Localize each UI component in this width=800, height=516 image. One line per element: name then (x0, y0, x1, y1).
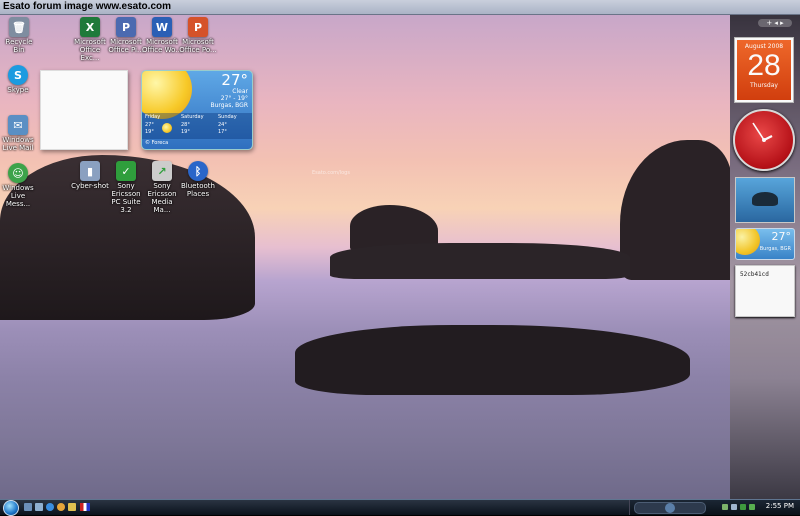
powerpoint-shortcut-icon[interactable]: P Microsoft Office Po... (178, 17, 218, 54)
forecast-lo-2: 19° (181, 129, 190, 135)
bluetooth-glyph: ᛒ (188, 161, 208, 181)
note-text[interactable]: 52cb41cd (740, 271, 769, 278)
mini-sun-icon (736, 229, 760, 255)
folder-icon[interactable] (68, 503, 76, 511)
recycle-bin-label: Recycle Bin (5, 38, 33, 54)
forecast-lo-3: 17° (218, 129, 227, 135)
scenery-rock-right (620, 140, 730, 280)
forecast-hi-1: 27° (145, 122, 154, 128)
pc-suite-glyph: ✓ (116, 161, 136, 181)
windows-live-mail-icon[interactable]: ✉ Windows Live Mail (0, 115, 38, 152)
weather-hilo: 27° - 19° (220, 95, 248, 102)
calendar-gadget[interactable]: August 2008 28 Thursday (734, 37, 794, 103)
media-controls[interactable] (634, 502, 706, 514)
play-button-icon[interactable] (665, 503, 675, 513)
skype-glyph: S (8, 65, 28, 85)
office-picture-shortcut-icon[interactable]: P Microsoft Office Pi... (106, 17, 146, 54)
notes-gadget[interactable] (40, 70, 128, 150)
scenery-rock-foreground (295, 325, 690, 395)
clock-minute-hand (752, 122, 765, 141)
word-glyph: W (152, 17, 172, 37)
show-desktop-icon[interactable] (24, 503, 32, 511)
media-manager-glyph: ↗ (152, 161, 172, 181)
pc-suite-icon[interactable]: ✓ Sony Ericsson PC Suite 3.2 (106, 161, 146, 214)
watermark: Esato.com/logs (312, 170, 350, 176)
forecast-day-3: Sunday (218, 114, 237, 120)
banner-title: Esato forum image www.esato.com (3, 1, 172, 12)
clock-center (762, 138, 766, 142)
weather-gadget[interactable]: 27° Clear 27° - 19° Burgas, BGR Friday 2… (141, 70, 253, 150)
office-picture-label: Microsoft Office Pi... (108, 38, 144, 54)
cyber-shot-label: Cyber-shot (71, 182, 109, 190)
pc-suite-label: Sony Ericsson PC Suite 3.2 (111, 182, 141, 214)
mail-glyph: ✉ (8, 115, 28, 135)
cyber-shot-icon[interactable]: ▮ Cyber-shot (70, 161, 110, 190)
whale-icon (752, 192, 778, 206)
powerpoint-glyph: P (188, 17, 208, 37)
mail-label: Windows Live Mail (2, 136, 34, 152)
calendar-inner: August 2008 28 Thursday (737, 40, 791, 100)
mini-weather-gadget[interactable]: 27° Burgas, BGR (735, 228, 795, 260)
clock-face-icon (752, 122, 773, 142)
skype-icon[interactable]: S Skype (0, 65, 38, 94)
word-shortcut-icon[interactable]: W Microsoft Office Wo... (142, 17, 182, 54)
switch-windows-icon[interactable] (35, 503, 43, 511)
mini-weather-location: Burgas, BGR (759, 246, 791, 252)
media-player-icon[interactable] (57, 503, 65, 511)
slideshow-gadget[interactable] (735, 177, 795, 223)
forecast-day-2: Saturday (181, 114, 204, 120)
skype-label: Skype (7, 86, 29, 94)
add-gadget-icon[interactable]: + ◂ ▸ (766, 19, 783, 27)
security-icon[interactable] (740, 504, 746, 510)
sun-icon (142, 71, 192, 119)
forecast-day-1: Friday (145, 114, 161, 120)
word-label: Microsoft Office Wo... (142, 38, 183, 54)
forecast-hi-3: 24° (218, 122, 227, 128)
messenger-glyph: ☺ (8, 163, 28, 183)
weather-condition: Clear (232, 88, 248, 95)
scenery-rock-row (330, 243, 630, 279)
cyber-shot-glyph: ▮ (80, 161, 100, 181)
calendar-day: 28 (747, 49, 781, 82)
quick-launch (24, 503, 94, 512)
forum-banner: Esato forum image www.esato.com (0, 0, 800, 15)
forecast-lo-1: 19° (145, 129, 154, 135)
volume-icon[interactable] (731, 504, 737, 510)
taskbar: 2:55 PM (0, 499, 800, 516)
messenger-label: Windows Live Mess... (2, 184, 34, 208)
clock-time[interactable]: 2:55 PM (766, 502, 794, 510)
mini-weather-temp: 27° (771, 230, 792, 243)
bluetooth-places-icon[interactable]: ᛒ Bluetooth Places (178, 161, 218, 198)
media-manager-label: Sony Ericsson Media Ma... (147, 182, 177, 214)
forecast-sun-icon (162, 123, 172, 133)
media-manager-icon[interactable]: ↗ Sony Ericsson Media Ma... (142, 161, 182, 214)
weather-temp: 27° (221, 71, 248, 89)
notes-sidebar-gadget[interactable]: 52cb41cd (735, 265, 795, 317)
bluetooth-label: Bluetooth Places (181, 182, 215, 198)
clock-gadget[interactable] (733, 109, 795, 171)
system-tray: 2:55 PM (629, 500, 800, 515)
excel-shortcut-icon[interactable]: X Microsoft Office Exc... (70, 17, 110, 62)
messenger-tray-icon[interactable] (749, 504, 755, 510)
weather-location: Burgas, BGR (210, 102, 248, 109)
excel-glyph: X (80, 17, 100, 37)
forecast-hi-2: 28° (181, 122, 190, 128)
network-icon[interactable] (722, 504, 728, 510)
desktop[interactable]: 🗑 Recycle Bin X Microsoft Office Exc... … (0, 15, 730, 499)
windows-sidebar[interactable]: + ◂ ▸ August 2008 28 Thursday 27° Burgas… (730, 15, 800, 499)
office-picture-glyph: P (116, 17, 136, 37)
windows-live-messenger-icon[interactable]: ☺ Windows Live Mess... (0, 163, 38, 208)
language-flag-icon[interactable] (80, 503, 90, 511)
sidebar-controls[interactable]: + ◂ ▸ (758, 19, 792, 27)
powerpoint-label: Microsoft Office Po... (179, 38, 217, 54)
calendar-weekday: Thursday (750, 82, 778, 89)
weather-provider: © Foreca (145, 140, 169, 146)
internet-explorer-icon[interactable] (46, 503, 54, 511)
excel-label: Microsoft Office Exc... (74, 38, 106, 62)
recycle-bin-glyph: 🗑 (9, 17, 29, 37)
recycle-bin-icon[interactable]: 🗑 Recycle Bin (0, 17, 39, 54)
